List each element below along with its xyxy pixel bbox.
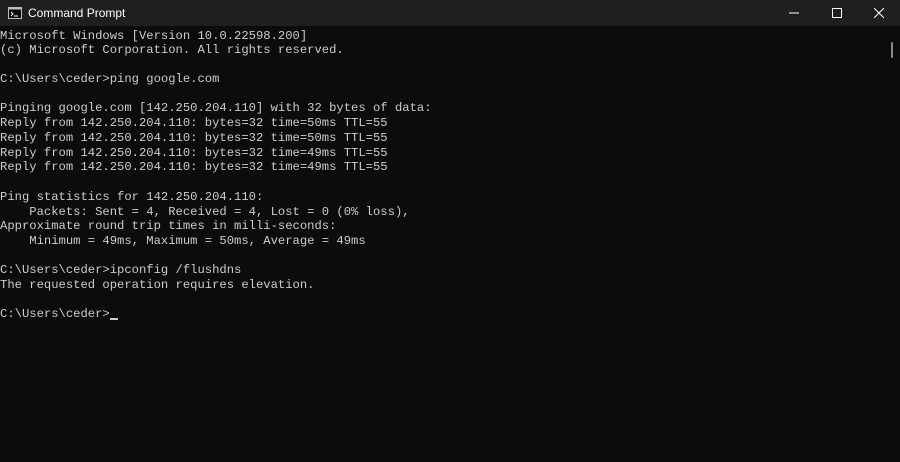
minimize-button[interactable] — [771, 0, 817, 26]
console-line: C:\Users\ceder>ipconfig /flushdns — [0, 263, 242, 277]
close-icon — [874, 8, 884, 18]
maximize-button[interactable] — [814, 0, 860, 26]
console-line: The requested operation requires elevati… — [0, 278, 315, 292]
maximize-icon — [832, 8, 842, 18]
console-line: Reply from 142.250.204.110: bytes=32 tim… — [0, 146, 388, 160]
console-line: Microsoft Windows [Version 10.0.22598.20… — [0, 29, 308, 43]
console-line: Packets: Sent = 4, Received = 4, Lost = … — [0, 205, 410, 219]
console-line: (c) Microsoft Corporation. All rights re… — [0, 43, 344, 57]
console-line: Minimum = 49ms, Maximum = 50ms, Average … — [0, 234, 366, 248]
console-line: Ping statistics for 142.250.204.110: — [0, 190, 264, 204]
minimize-icon — [789, 12, 799, 14]
console-line: C:\Users\ceder>ping google.com — [0, 72, 220, 86]
console-line: Approximate round trip times in milli-se… — [0, 219, 337, 233]
command-prompt-window: Command Prompt Microsoft Windows [Versio… — [0, 0, 900, 462]
title-bar[interactable]: Command Prompt — [0, 0, 900, 26]
window-title: Command Prompt — [28, 6, 126, 20]
console-prompt: C:\Users\ceder> — [0, 307, 110, 321]
vertical-scrollbar[interactable] — [884, 26, 900, 462]
text-cursor — [110, 318, 118, 320]
console-line: Reply from 142.250.204.110: bytes=32 tim… — [0, 116, 388, 130]
console-line: Reply from 142.250.204.110: bytes=32 tim… — [0, 160, 388, 174]
cmd-icon — [8, 6, 22, 19]
close-button[interactable] — [856, 0, 900, 26]
console-line: Reply from 142.250.204.110: bytes=32 tim… — [0, 131, 388, 145]
console-line: Pinging google.com [142.250.204.110] wit… — [0, 101, 432, 115]
scrollbar-thumb[interactable] — [891, 42, 893, 58]
